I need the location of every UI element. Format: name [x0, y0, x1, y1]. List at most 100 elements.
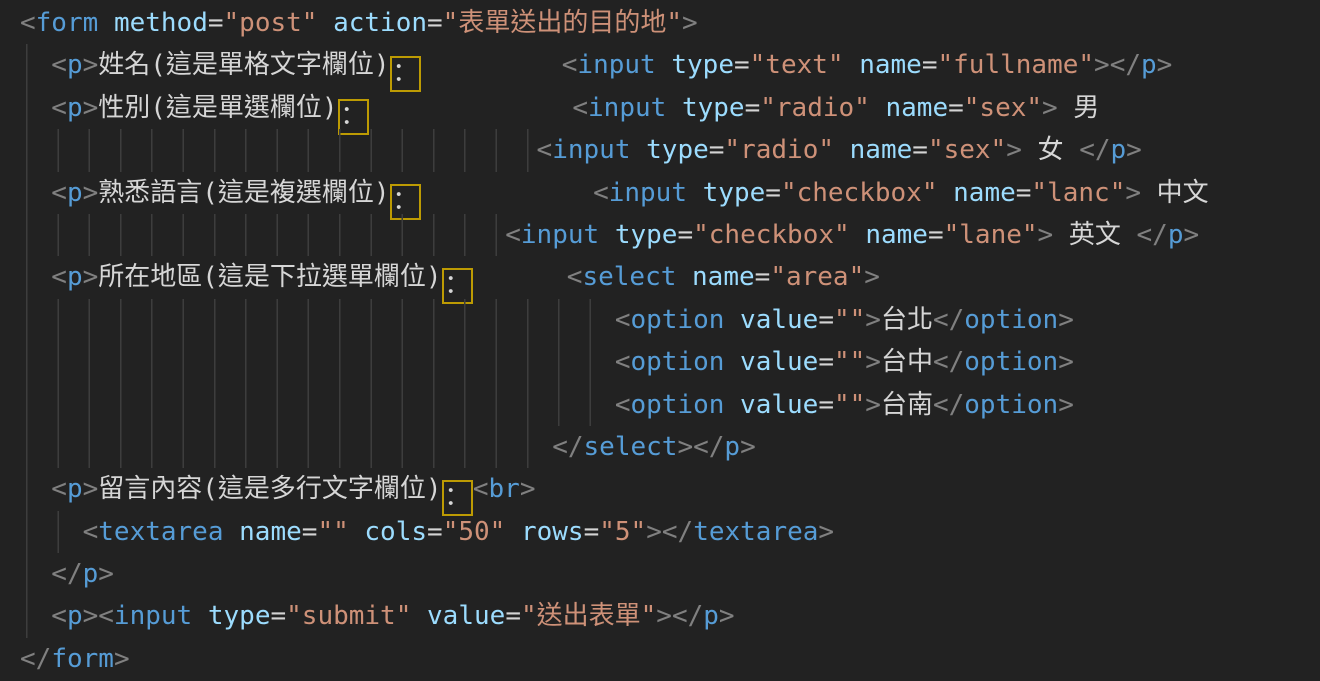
token-punctuation: <: [51, 93, 67, 123]
token-text: [421, 178, 593, 208]
token-string: "lanc": [1031, 178, 1125, 208]
token-operator: =: [818, 305, 834, 335]
token-punctuation: </: [1110, 50, 1141, 80]
token-tag: p: [67, 178, 83, 208]
token-operator: =: [302, 517, 318, 547]
indent-guides: [20, 553, 51, 595]
token-operator: =: [1016, 178, 1032, 208]
token-punctuation: </: [20, 644, 51, 674]
token-attribute: value: [740, 347, 818, 377]
indent-guides: [20, 426, 552, 468]
code-line[interactable]: <p>姓名(這是單格文字欄位)： <input type="text" name…: [20, 44, 1320, 86]
token-attribute: type: [208, 601, 271, 631]
token-text: [724, 305, 740, 335]
token-operator: =: [818, 390, 834, 420]
token-text: 台北: [881, 305, 933, 335]
token-punctuation: >: [83, 93, 99, 123]
token-attribute: type: [671, 50, 734, 80]
code-line[interactable]: <p><input type="submit" value="送出表單"></p…: [20, 595, 1320, 637]
token-punctuation: <: [615, 305, 631, 335]
token-punctuation: <: [51, 262, 67, 292]
code-line[interactable]: </form>: [20, 638, 1320, 680]
token-text: [473, 262, 567, 292]
token-attribute: value: [427, 601, 505, 631]
code-line[interactable]: <p>熟悉語言(這是複選欄位)： <input type="checkbox" …: [20, 172, 1320, 214]
code-line[interactable]: <option value="">台北</option>: [20, 299, 1320, 341]
token-punctuation: >: [83, 601, 99, 631]
code-line[interactable]: <input type="radio" name="sex"> 女 </p>: [20, 129, 1320, 171]
token-punctuation: </: [552, 432, 583, 462]
token-operator: =: [709, 135, 725, 165]
token-text: [666, 93, 682, 123]
token-punctuation: <: [505, 220, 521, 250]
token-operator: =: [948, 93, 964, 123]
token-punctuation: >: [83, 262, 99, 292]
token-punctuation: >: [83, 50, 99, 80]
token-tag: textarea: [98, 517, 223, 547]
token-text: [349, 517, 365, 547]
token-text: 留言內容(這是多行文字欄位): [98, 474, 441, 504]
token-punctuation: >: [646, 517, 662, 547]
indent-guides: [20, 172, 51, 214]
indent-guides: [20, 511, 83, 553]
code-line[interactable]: </p>: [20, 553, 1320, 595]
token-punctuation: </: [933, 390, 964, 420]
token-operator: =: [208, 8, 224, 38]
indent-guides: [20, 87, 51, 129]
code-line[interactable]: <form method="post" action="表單送出的目的地">: [20, 2, 1320, 44]
token-punctuation: >: [656, 601, 672, 631]
token-operator: =: [922, 50, 938, 80]
token-string: "submit": [286, 601, 411, 631]
token-operator: =: [677, 220, 693, 250]
token-attribute: name: [885, 93, 948, 123]
token-string: "radio": [760, 93, 870, 123]
token-text: 女: [1022, 135, 1079, 165]
indent-guides: [20, 341, 615, 383]
code-line[interactable]: <p>留言內容(這是多行文字欄位)：<br>: [20, 468, 1320, 510]
token-text: 台南: [881, 390, 933, 420]
token-text: 所在地區(這是下拉選單欄位): [98, 262, 441, 292]
token-text: 姓名(這是單格文字欄位): [98, 50, 389, 80]
token-tag: p: [1168, 220, 1184, 250]
token-string: "text": [750, 50, 844, 80]
token-tag: p: [703, 601, 719, 631]
token-tag: p: [67, 93, 83, 123]
code-line[interactable]: <option value="">台中</option>: [20, 341, 1320, 383]
token-tag: p: [1141, 50, 1157, 80]
token-attribute: name: [865, 220, 928, 250]
token-string: "area": [770, 262, 864, 292]
token-operator: =: [584, 517, 600, 547]
code-line[interactable]: </select></p>: [20, 426, 1320, 468]
code-line[interactable]: <p>性別(這是單選欄位)： <input type="radio" name=…: [20, 87, 1320, 129]
code-line[interactable]: <p>所在地區(這是下拉選單欄位)： <select name="area">: [20, 256, 1320, 298]
token-tag: p: [67, 262, 83, 292]
token-attribute: type: [646, 135, 709, 165]
token-punctuation: >: [1094, 50, 1110, 80]
token-tag: p: [83, 559, 99, 589]
token-punctuation: >: [98, 559, 114, 589]
indent-guides: [20, 44, 51, 86]
token-text: [724, 347, 740, 377]
token-punctuation: >: [1183, 220, 1199, 250]
code-line[interactable]: <option value="">台南</option>: [20, 384, 1320, 426]
token-punctuation: <: [51, 50, 67, 80]
token-punctuation: <: [537, 135, 553, 165]
token-attribute: value: [740, 390, 818, 420]
token-punctuation: </: [933, 347, 964, 377]
token-punctuation: >: [1157, 50, 1173, 80]
code-line[interactable]: <textarea name="" cols="50" rows="5"></t…: [20, 511, 1320, 553]
token-string: "sex": [964, 93, 1042, 123]
token-tag: option: [964, 305, 1058, 335]
token-tag: br: [489, 474, 520, 504]
token-string: "radio": [724, 135, 834, 165]
token-punctuation: </: [693, 432, 724, 462]
token-text: [724, 390, 740, 420]
token-string: "checkbox": [693, 220, 850, 250]
token-punctuation: >: [677, 432, 693, 462]
code-line[interactable]: <input type="checkbox" name="lane"> 英文 <…: [20, 214, 1320, 256]
token-punctuation: >: [520, 474, 536, 504]
token-tag: option: [964, 390, 1058, 420]
code-editor[interactable]: <form method="post" action="表單送出的目的地"><p…: [0, 0, 1320, 681]
token-punctuation: >: [83, 178, 99, 208]
token-tag: input: [588, 93, 666, 123]
